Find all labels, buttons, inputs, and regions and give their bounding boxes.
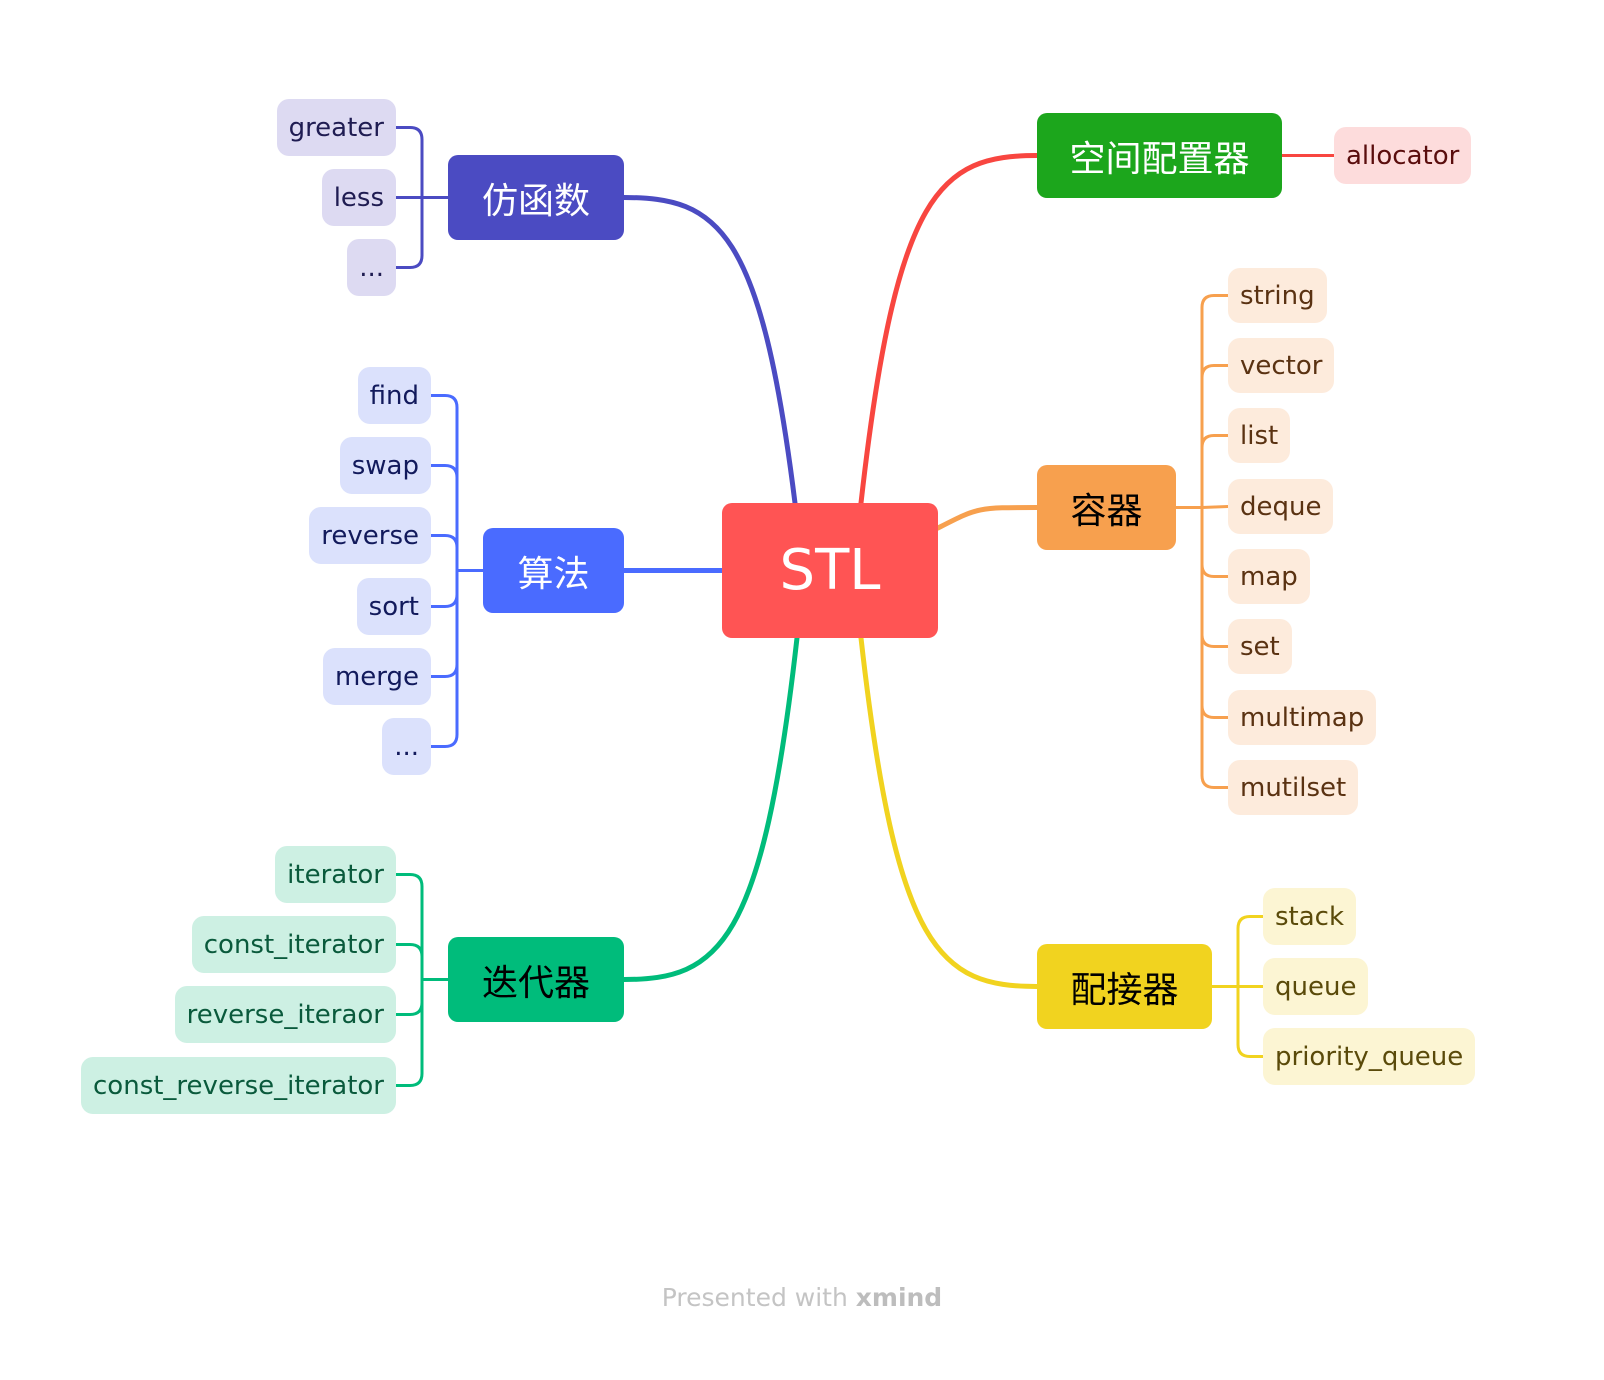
footer-prefix: Presented with (661, 1283, 848, 1312)
connector-iterator-child (394, 978, 424, 1087)
subtopic-label: list (1240, 420, 1279, 451)
subtopic[interactable]: merge (322, 648, 431, 705)
connector-root-to-iterator (621, 635, 800, 982)
subtopic-label: map (1240, 561, 1298, 592)
subtopic[interactable]: sort (356, 578, 431, 635)
subtopic-label: reverse_iteraor (186, 999, 384, 1030)
connector-container-child (1200, 506, 1230, 578)
connector-root-to-container (935, 505, 1040, 531)
connector-algorithm-child (429, 534, 459, 572)
subtopic-label: ... (394, 731, 419, 762)
subtopic[interactable]: queue (1263, 958, 1369, 1015)
subtopic[interactable]: multimap (1228, 690, 1377, 745)
subtopic[interactable]: deque (1228, 479, 1334, 534)
subtopic-label: stack (1275, 901, 1345, 932)
topic-container-label: 容器 (1070, 490, 1143, 532)
subtopic[interactable]: const_iterator (191, 916, 396, 973)
subtopic[interactable]: swap (339, 437, 431, 494)
subtopic[interactable]: ... (347, 239, 396, 296)
topic-container[interactable]: 容器 (1037, 465, 1176, 550)
connector-adapter-child (1236, 915, 1265, 988)
subtopic-label: mutilset (1240, 772, 1347, 803)
connector-iterator-child (394, 978, 424, 1016)
topic-space-allocator[interactable]: 空间配置器 (1037, 113, 1282, 198)
topic-functor-label: 仿函数 (481, 180, 590, 222)
connector-iterator-child (394, 873, 424, 981)
subtopic-label: const_iterator (203, 929, 384, 960)
connector-container-child (1200, 505, 1230, 509)
subtopic[interactable]: map (1228, 549, 1310, 604)
subtopic-label: const_reverse_iterator (93, 1070, 384, 1101)
subtopic-label: deque (1240, 491, 1322, 522)
subtopic-label: vector (1240, 350, 1323, 381)
topic-space-allocator-label: 空间配置器 (1069, 138, 1250, 180)
subtopic[interactable]: reverse (309, 507, 431, 564)
xmind-footer: Presented with xmind (0, 1283, 1604, 1312)
subtopic[interactable]: find (357, 367, 431, 424)
subtopic[interactable]: reverse_iteraor (174, 986, 396, 1043)
subtopic-label: priority_queue (1275, 1041, 1464, 1072)
subtopic[interactable]: const_reverse_iterator (81, 1057, 396, 1114)
subtopic-label: greater (288, 112, 384, 143)
connector-algorithm-child (429, 569, 459, 678)
connector-root-to-allocator (858, 153, 1040, 506)
xmind-brand-logo: xmind (855, 1283, 943, 1312)
subtopic[interactable]: less (321, 169, 396, 226)
subtopic-label: reverse (321, 520, 419, 551)
subtopic-label: swap (351, 450, 419, 481)
topic-iterator[interactable]: 迭代器 (448, 937, 624, 1022)
topic-iterator-label: 迭代器 (481, 962, 590, 1004)
subtopic-label: set (1240, 631, 1280, 662)
subtopic[interactable]: mutilset (1228, 760, 1359, 815)
subtopic[interactable]: stack (1263, 888, 1357, 945)
subtopic[interactable]: vector (1228, 338, 1335, 393)
subtopic[interactable]: greater (276, 99, 396, 156)
subtopic-label: multimap (1240, 702, 1365, 733)
connector-container-child (1200, 434, 1230, 509)
subtopic[interactable]: ... (382, 718, 431, 775)
connector-container-child (1200, 294, 1230, 509)
connector-functor-child (394, 196, 424, 269)
connector-root-to-adapter (858, 635, 1040, 989)
connector-iterator-child (394, 943, 424, 981)
subtopic-label: iterator (287, 859, 384, 890)
subtopic[interactable]: list (1228, 408, 1291, 463)
connector-algorithm-child (429, 569, 459, 748)
root-topic-stl[interactable]: STL (722, 503, 938, 638)
subtopic-label: find (369, 380, 419, 411)
connector-algorithm-child (429, 464, 459, 572)
subtopic-label: ... (359, 252, 384, 283)
subtopic[interactable]: allocator (1334, 127, 1472, 184)
subtopic-label: queue (1275, 971, 1357, 1002)
topic-algorithm-label: 算法 (517, 553, 590, 595)
topic-algorithm[interactable]: 算法 (483, 528, 624, 613)
root-topic-label: STL (779, 538, 881, 603)
connector-adapter-child (1236, 985, 1265, 1058)
topic-adapter-label: 配接器 (1070, 969, 1179, 1011)
topic-functor[interactable]: 仿函数 (448, 155, 624, 240)
subtopic[interactable]: string (1228, 268, 1327, 323)
connector-root-to-functor (621, 195, 798, 506)
connector-functor-child (394, 126, 424, 199)
connector-container-child (1200, 506, 1230, 719)
topic-adapter[interactable]: 配接器 (1037, 944, 1212, 1029)
subtopic-label: merge (334, 661, 419, 692)
subtopic-label: allocator (1346, 140, 1460, 171)
subtopic[interactable]: priority_queue (1263, 1028, 1476, 1085)
connector-algorithm-child (429, 394, 459, 572)
subtopic-label: string (1240, 280, 1315, 311)
subtopic-label: less (333, 182, 384, 213)
subtopic[interactable]: iterator (275, 846, 396, 903)
subtopic-label: sort (368, 591, 419, 622)
subtopic[interactable]: set (1228, 619, 1292, 674)
connector-algorithm-child (429, 569, 459, 608)
